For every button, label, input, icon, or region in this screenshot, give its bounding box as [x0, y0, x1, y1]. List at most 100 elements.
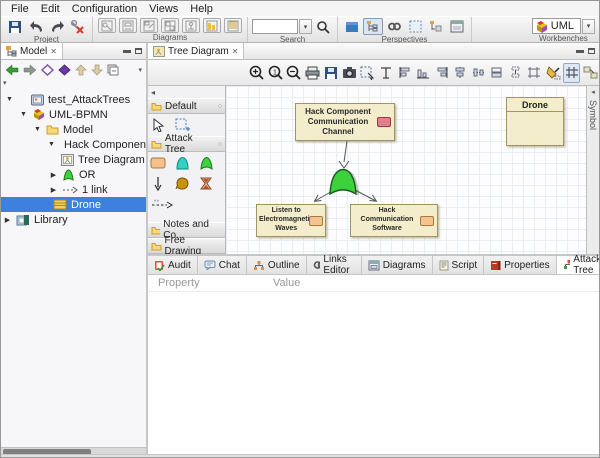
node-listen-waves[interactable]: Listen to Electromagnetic Waves	[256, 204, 326, 237]
diagram-button-6[interactable]	[203, 18, 221, 33]
minimize-icon[interactable]	[576, 50, 584, 53]
align-right-button[interactable]	[433, 63, 451, 83]
menu-edit[interactable]: Edit	[35, 3, 66, 15]
screenshot-button[interactable]	[341, 63, 359, 83]
tab-tree-diagram[interactable]: Tree Diagram ✕	[148, 43, 244, 59]
same-size-button[interactable]	[489, 63, 507, 83]
diagram-button-7[interactable]	[224, 18, 242, 33]
tab-audit[interactable]: Audit	[148, 256, 198, 274]
menu-help[interactable]: Help	[184, 3, 219, 15]
or-gate-tool[interactable]	[198, 155, 214, 171]
center-vertical-button[interactable]	[452, 63, 470, 83]
nav-dropdown-icon[interactable]: ▾	[138, 66, 142, 74]
tree-item-hack-component[interactable]: ▼ Hack Component Co	[1, 137, 146, 152]
palette-collapse[interactable]: ◂	[148, 86, 225, 98]
timer-tool[interactable]	[198, 175, 214, 191]
distribute-button[interactable]	[507, 63, 525, 83]
tree-item-project[interactable]: ▼ test_AttackTrees	[1, 92, 146, 107]
or-gate-node[interactable]	[327, 167, 363, 198]
and-gate-tool[interactable]	[174, 155, 190, 171]
settings-button[interactable]	[68, 18, 88, 35]
search-input[interactable]	[252, 19, 298, 34]
frame-button[interactable]	[526, 63, 544, 83]
perspective-button-2[interactable]	[363, 18, 383, 35]
tab-model[interactable]: Model ✕	[1, 43, 63, 59]
panel-collapse-icon[interactable]: ▾	[1, 80, 146, 88]
tab-chat[interactable]: Chat	[198, 256, 247, 274]
workbench-dropdown-button[interactable]: ▾	[582, 19, 595, 34]
palette-section-default[interactable]: Default ○	[148, 98, 225, 114]
print-button[interactable]	[304, 63, 322, 83]
diagram-button-1[interactable]	[98, 18, 116, 33]
zoom-reset-button[interactable]: 1	[267, 63, 285, 83]
node-hack-component[interactable]: Hack Component Communication Channel	[295, 103, 395, 141]
diagram-button-5[interactable]	[182, 18, 200, 33]
tab-diagrams[interactable]: Diagrams	[362, 256, 433, 274]
palette-section-free-drawing[interactable]: Free Drawing	[148, 238, 225, 254]
countermeasure-tool[interactable]	[174, 175, 190, 191]
tab-links-editor[interactable]: Links Editor	[307, 256, 362, 274]
tab-outline[interactable]: Outline	[247, 256, 307, 274]
node-drone[interactable]: Drone	[506, 97, 564, 146]
expander-icon[interactable]: ▶	[49, 171, 58, 179]
section-toggle-icon[interactable]: ○	[218, 103, 222, 110]
redo-button[interactable]	[47, 18, 67, 35]
tab-properties[interactable]: Properties	[484, 256, 557, 274]
tree-item-or[interactable]: ▶ OR	[1, 167, 146, 182]
tab-attack-tree[interactable]: Attack Tree ✕	[557, 256, 600, 274]
tree-item-uml-bpmn[interactable]: ▼ UML-BPMN	[1, 107, 146, 122]
tree-item-drone[interactable]: Drone	[1, 197, 146, 212]
model-tab-close-icon[interactable]: ✕	[50, 47, 57, 56]
tab-script[interactable]: Script	[433, 256, 485, 274]
node-hack-software[interactable]: Hack Communication Software	[350, 204, 438, 237]
diagram-canvas[interactable]: Hack Component Communication Channel Dro…	[226, 86, 586, 254]
align-left-button[interactable]	[396, 63, 414, 83]
tree-item-model-folder[interactable]: ▼ Model	[1, 122, 146, 137]
diagram-button-2[interactable]	[119, 18, 137, 33]
expander-icon[interactable]: ▶	[3, 216, 12, 224]
capture-selection-button[interactable]	[359, 63, 377, 83]
expander-icon[interactable]: ▼	[5, 96, 14, 103]
column-property[interactable]: Property	[148, 277, 273, 289]
tree-item-link[interactable]: ▶ 1 link	[1, 182, 146, 197]
search-button[interactable]	[313, 18, 333, 35]
expander-icon[interactable]: ▼	[33, 126, 42, 133]
nav-forward-button[interactable]	[23, 64, 37, 76]
perspective-button-4[interactable]	[405, 18, 425, 35]
column-value[interactable]: Value	[273, 277, 300, 289]
attack-node-tool[interactable]	[150, 155, 166, 171]
caption-button[interactable]	[378, 63, 396, 83]
menu-configuration[interactable]: Configuration	[66, 3, 143, 15]
nav-diamond-filled-button[interactable]	[58, 64, 71, 76]
perspective-button-1[interactable]	[342, 18, 362, 35]
perspective-button-6[interactable]	[447, 18, 467, 35]
expander-icon[interactable]: ▶	[49, 186, 58, 194]
symbol-panel-strip[interactable]: ◂ Symbol	[586, 86, 599, 254]
properties-table-body[interactable]	[148, 292, 599, 456]
zoom-in-button[interactable]	[248, 63, 266, 83]
connect-mode-button[interactable]	[581, 63, 599, 83]
palette-section-attack-tree[interactable]: Attack Tree ○	[148, 136, 225, 152]
save-image-button[interactable]	[322, 63, 340, 83]
zoom-out-button[interactable]	[285, 63, 303, 83]
fill-color-button[interactable]	[544, 63, 562, 83]
perspective-button-5[interactable]	[426, 18, 446, 35]
diagram-tab-close-icon[interactable]: ✕	[232, 47, 239, 56]
grid-toggle-button[interactable]	[563, 63, 581, 83]
marquee-tool[interactable]	[174, 117, 190, 133]
nav-down-button[interactable]	[91, 64, 103, 76]
tree-item-tree-diagram[interactable]: Tree Diagram	[1, 152, 146, 167]
expander-icon[interactable]: ▼	[19, 111, 28, 118]
diagram-button-3[interactable]	[140, 18, 158, 33]
tree-item-library[interactable]: ▶ Library	[1, 212, 146, 227]
maximize-icon[interactable]	[588, 48, 595, 54]
menu-file[interactable]: File	[5, 3, 35, 15]
undo-button[interactable]	[26, 18, 46, 35]
section-toggle-icon[interactable]: ○	[218, 141, 222, 148]
nav-up-button[interactable]	[75, 64, 87, 76]
search-dropdown-button[interactable]: ▾	[299, 19, 312, 34]
nav-diamond-outline-button[interactable]	[41, 64, 54, 76]
center-horizontal-button[interactable]	[470, 63, 488, 83]
link-tool[interactable]: «»	[150, 195, 174, 211]
maximize-icon[interactable]	[135, 48, 142, 54]
